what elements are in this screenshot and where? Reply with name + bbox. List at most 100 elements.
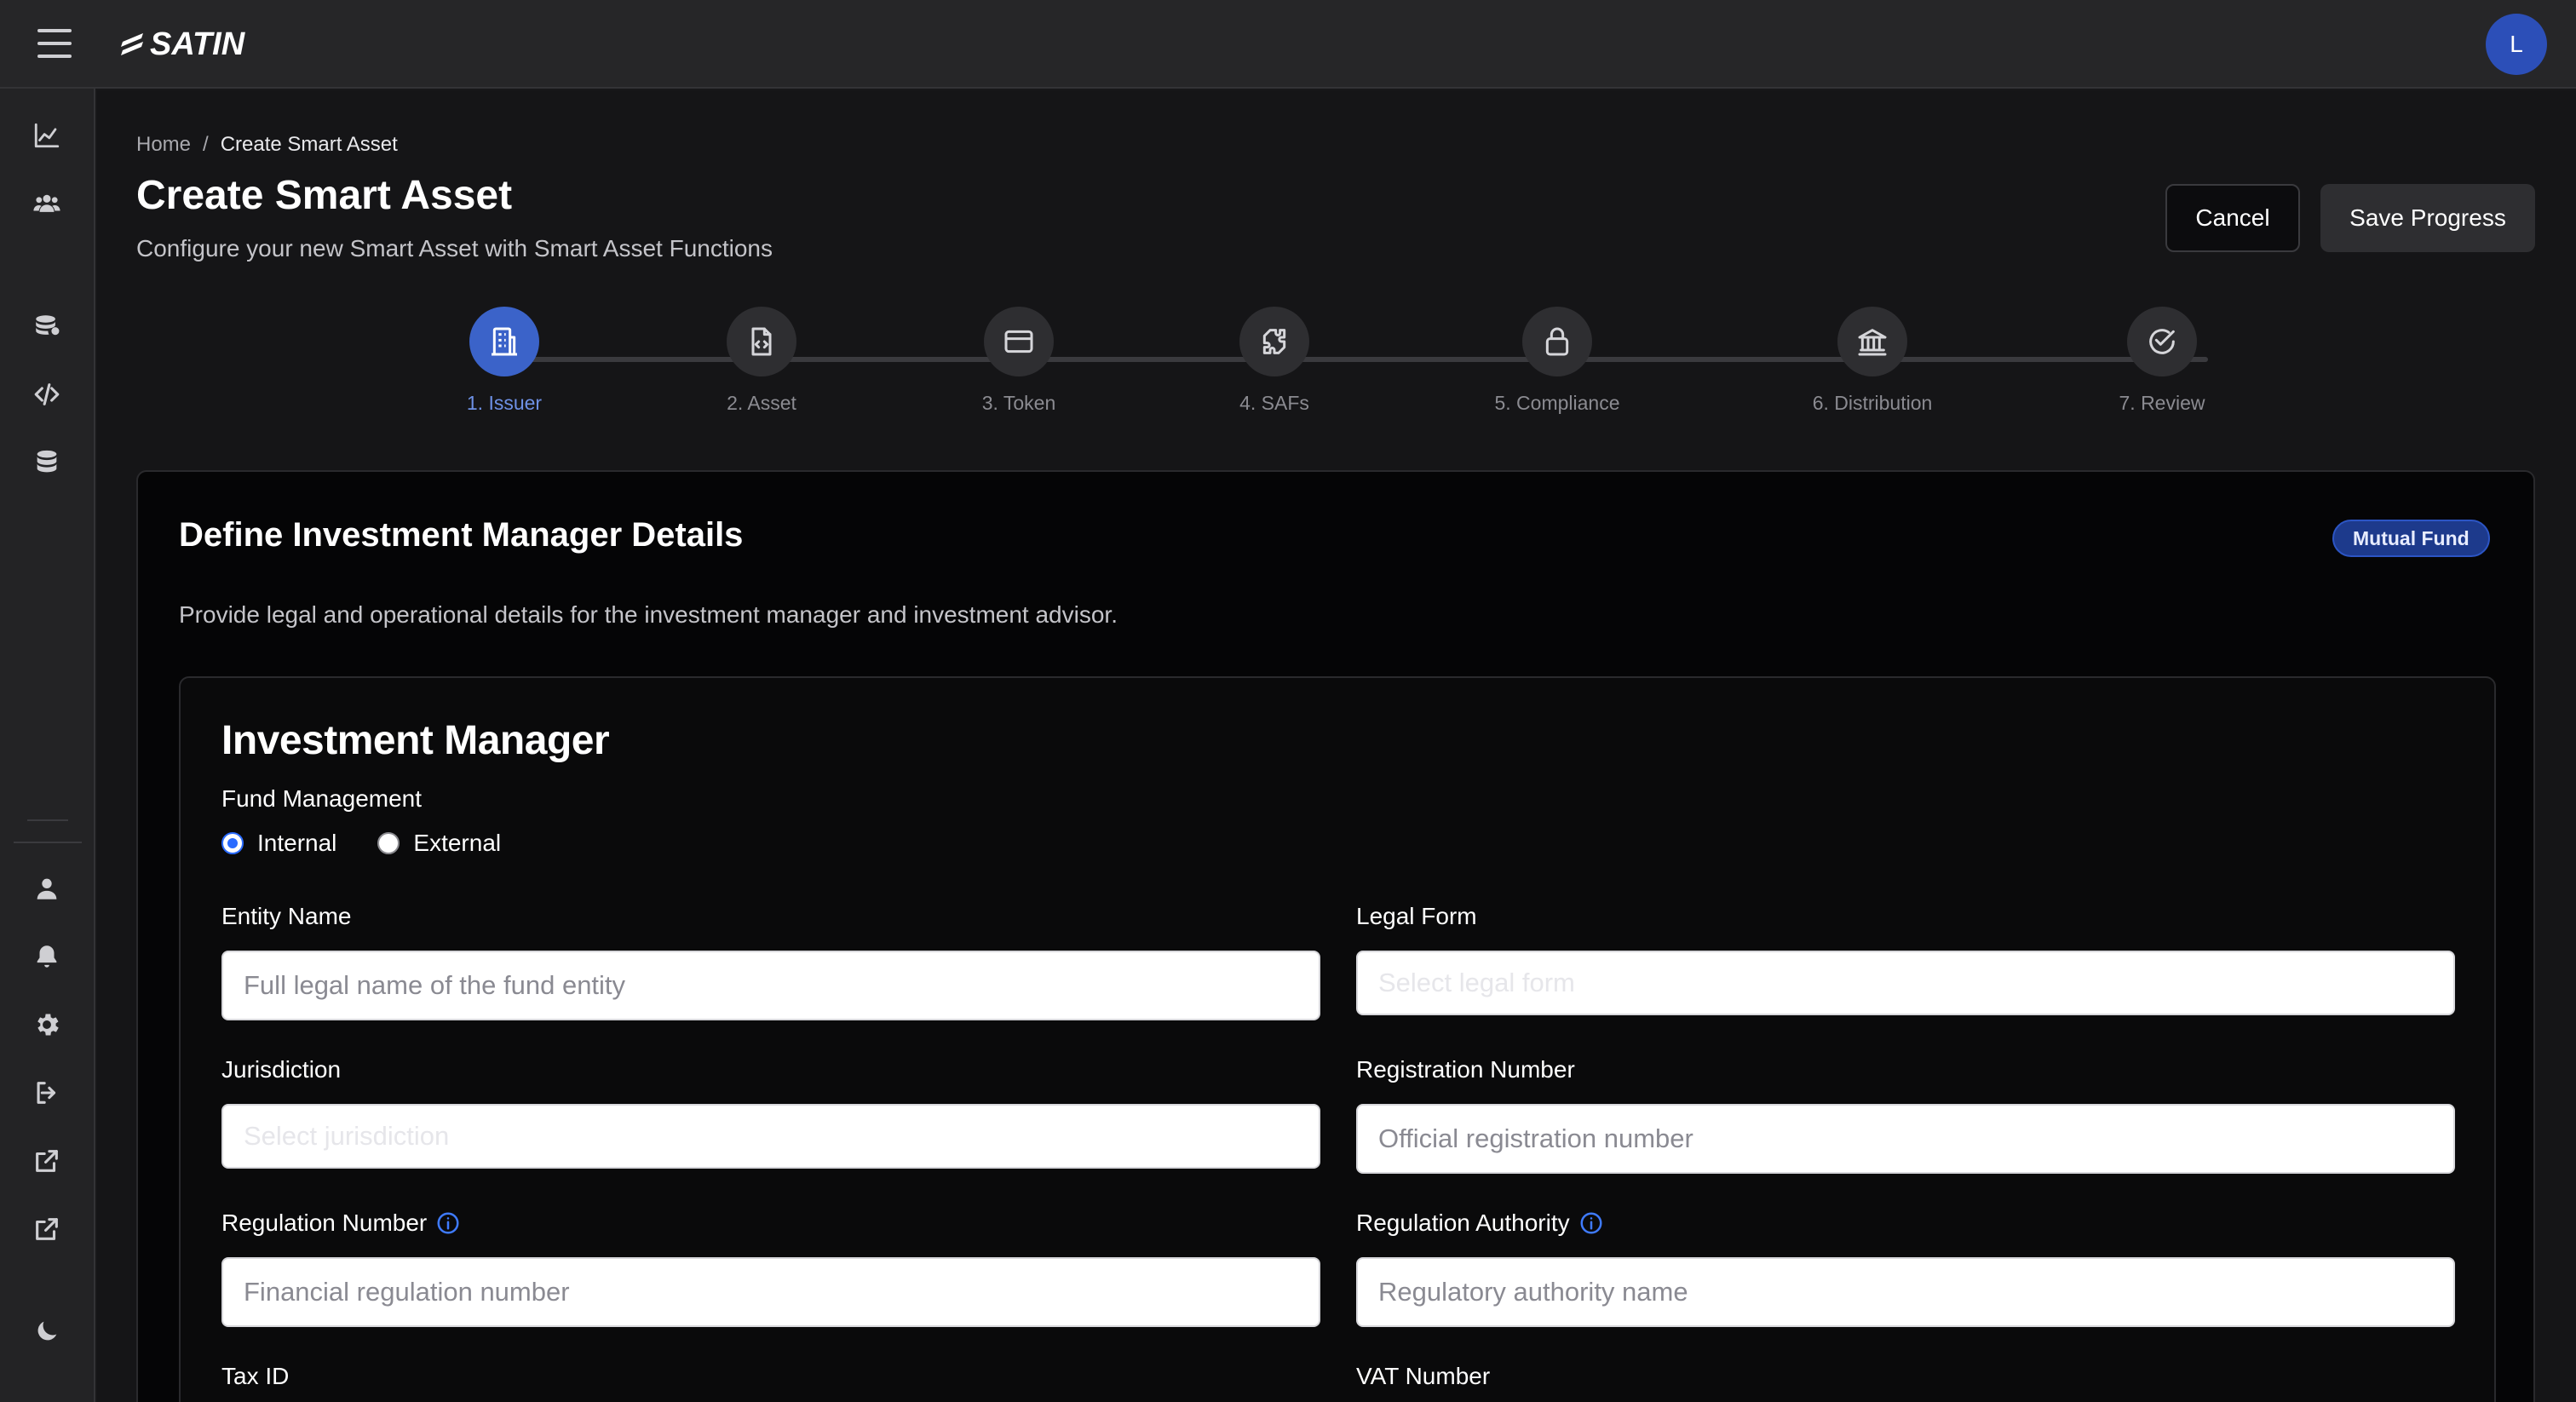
logo-text: SATIN: [150, 26, 245, 62]
step-circle: [1837, 307, 1907, 376]
label-text: Regulation Authority: [1356, 1210, 1570, 1236]
info-icon[interactable]: [435, 1210, 461, 1236]
step-label: 7. Review: [2119, 392, 2205, 414]
radio-label: External: [413, 830, 502, 856]
fund-management-label: Fund Management: [221, 785, 423, 812]
page-title: Create Smart Asset: [136, 173, 513, 218]
app-logo[interactable]: SATIN: [118, 26, 244, 63]
puzzle-icon: [1262, 329, 1286, 354]
external-link-icon[interactable]: [27, 1210, 66, 1249]
logo-mark-icon: [121, 33, 143, 55]
info-icon[interactable]: [1578, 1210, 1604, 1236]
legal-form-select[interactable]: Select legal form: [1356, 951, 2455, 1015]
jurisdiction-select[interactable]: Select jurisdiction: [221, 1104, 1320, 1169]
label-text: Regulation Number: [221, 1210, 428, 1236]
fund-management-radio-group: Internal External: [221, 830, 501, 857]
placeholder: Financial regulation number: [244, 1277, 570, 1307]
step-label: 2. Asset: [727, 392, 796, 414]
sidebar: [0, 89, 95, 1402]
regulation-number-label: Regulation Number: [221, 1210, 461, 1237]
step-label: 4. SAFs: [1239, 392, 1309, 414]
building-icon: [492, 327, 517, 356]
step-circle: [1522, 307, 1592, 376]
profile-icon[interactable]: [27, 869, 66, 908]
step-circle: [2127, 307, 2197, 376]
regulation-authority-label: Regulation Authority: [1356, 1210, 1604, 1237]
bell-icon[interactable]: [27, 937, 66, 976]
assets-stack-icon[interactable]: [27, 307, 66, 346]
vat-number-label: VAT Number: [1356, 1363, 1490, 1390]
users-icon[interactable]: [27, 184, 66, 223]
legal-form-label: Legal Form: [1356, 903, 1477, 930]
step-distribution[interactable]: 6. Distribution: [1770, 307, 1975, 415]
bank-icon: [1858, 329, 1887, 356]
jurisdiction-label: Jurisdiction: [221, 1056, 341, 1083]
breadcrumb-separator: /: [203, 133, 209, 156]
step-circle: [727, 307, 796, 376]
top-bar: SATIN L: [0, 0, 2576, 89]
save-progress-button[interactable]: Save Progress: [2320, 184, 2535, 252]
investment-manager-section: Investment Manager Fund Management Inter…: [179, 676, 2496, 1402]
user-avatar[interactable]: L: [2486, 14, 2547, 75]
cancel-button[interactable]: Cancel: [2165, 184, 2300, 252]
lock-icon: [1545, 327, 1569, 356]
file-code-icon: [751, 327, 772, 356]
entity-name-input[interactable]: Full legal name of the fund entity: [221, 951, 1320, 1020]
analytics-icon[interactable]: [27, 116, 66, 155]
placeholder: Select jurisdiction: [244, 1121, 450, 1151]
investment-manager-card: Define Investment Manager Details Mutual…: [136, 470, 2535, 1402]
sidebar-divider: [27, 819, 68, 821]
step-issuer[interactable]: 1. Issuer: [402, 307, 607, 415]
asset-type-badge: Mutual Fund: [2332, 520, 2490, 557]
placeholder: Select legal form: [1378, 968, 1575, 997]
step-label: 1. Issuer: [466, 392, 543, 414]
moon-icon[interactable]: [27, 1312, 66, 1351]
step-label: 5. Compliance: [1494, 392, 1620, 414]
section-title: Investment Manager: [221, 718, 610, 763]
code-icon[interactable]: [27, 375, 66, 414]
label-text: Jurisdiction: [221, 1056, 342, 1083]
radio-button[interactable]: [377, 832, 400, 854]
placeholder: Regulatory authority name: [1378, 1277, 1688, 1307]
page-subtitle: Configure your new Smart Asset with Smar…: [136, 235, 773, 261]
gear-icon[interactable]: [27, 1005, 66, 1044]
label-text: Tax ID: [221, 1363, 290, 1389]
regulation-authority-input[interactable]: Regulatory authority name: [1356, 1257, 2455, 1327]
label-text: Entity Name: [221, 903, 352, 929]
step-asset[interactable]: 2. Asset: [659, 307, 864, 415]
registration-number-input[interactable]: Official registration number: [1356, 1104, 2455, 1174]
label-text: Registration Number: [1356, 1056, 1575, 1083]
menu-icon[interactable]: [37, 29, 72, 58]
step-label: 6. Distribution: [1812, 392, 1933, 414]
placeholder: Official registration number: [1378, 1123, 1693, 1153]
step-compliance[interactable]: 5. Compliance: [1455, 307, 1659, 415]
breadcrumb-current: Create Smart Asset: [220, 133, 398, 156]
placeholder: Full legal name of the fund entity: [244, 970, 626, 1000]
entity-name-label: Entity Name: [221, 903, 352, 930]
label-text: Legal Form: [1356, 903, 1477, 929]
label-text: VAT Number: [1356, 1363, 1491, 1389]
step-circle: [1239, 307, 1309, 376]
radio-internal[interactable]: Internal: [221, 830, 336, 857]
radio-button-checked[interactable]: [221, 832, 244, 854]
sidebar-divider: [14, 842, 82, 843]
step-circle: [984, 307, 1054, 376]
step-safs[interactable]: 4. SAFs: [1172, 307, 1377, 415]
step-review[interactable]: 7. Review: [2060, 307, 2264, 415]
check-circle-icon: [2149, 329, 2175, 354]
tax-id-label: Tax ID: [221, 1363, 289, 1390]
regulation-number-input[interactable]: Financial regulation number: [221, 1257, 1320, 1327]
logout-icon[interactable]: [27, 1073, 66, 1112]
step-token[interactable]: 3. Token: [917, 307, 1121, 415]
card-description: Provide legal and operational details fo…: [179, 601, 1118, 628]
card-title: Define Investment Manager Details: [179, 516, 744, 554]
radio-external[interactable]: External: [377, 830, 501, 857]
database-icon[interactable]: [27, 443, 66, 482]
external-link-icon[interactable]: [27, 1141, 66, 1181]
step-circle: [469, 307, 539, 376]
step-label: 3. Token: [981, 392, 1056, 414]
radio-label: Internal: [257, 830, 337, 856]
breadcrumb: Home / Create Smart Asset: [136, 133, 398, 157]
breadcrumb-home[interactable]: Home: [136, 133, 191, 157]
registration-number-label: Registration Number: [1356, 1056, 1575, 1083]
